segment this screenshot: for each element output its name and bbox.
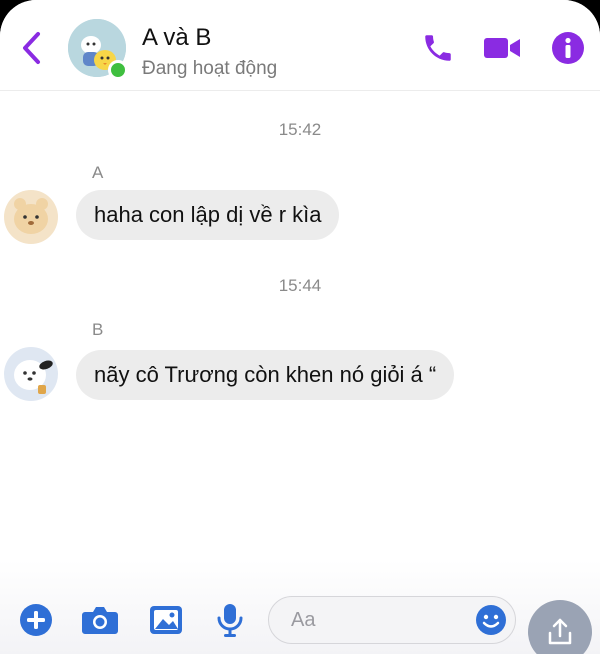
more-actions-button[interactable] (16, 600, 56, 640)
voice-message-button[interactable] (210, 600, 250, 640)
message-bubble[interactable]: haha con lập dị về r kìa (76, 190, 340, 240)
active-status: Đang hoạt động (142, 58, 278, 79)
dog-avatar-image (4, 347, 58, 401)
video-call-button[interactable] (482, 28, 522, 68)
camera-icon (82, 607, 118, 634)
info-button[interactable] (548, 28, 588, 68)
gallery-button[interactable] (146, 600, 186, 640)
chat-title[interactable]: A và B (142, 24, 211, 52)
sender-name: A (92, 163, 104, 182)
message-timestamp: 15:44 (278, 276, 322, 295)
microphone-icon (217, 604, 243, 637)
message-input[interactable]: Aa (268, 596, 516, 644)
camera-button[interactable] (80, 600, 120, 640)
sender-avatar[interactable] (4, 190, 58, 244)
chevron-left-icon (23, 32, 40, 64)
message-timestamp: 15:42 (278, 120, 322, 139)
share-icon (548, 618, 572, 645)
call-button[interactable] (418, 28, 458, 68)
image-icon (150, 606, 182, 634)
sender-avatar[interactable] (4, 347, 58, 401)
info-icon (552, 32, 584, 64)
sender-name: B (92, 320, 104, 339)
emoji-icon[interactable] (475, 604, 507, 636)
online-status-dot (108, 60, 128, 80)
phone-icon (425, 35, 451, 61)
message-bubble[interactable]: nãy cô Trương còn khen nó giỏi á “ (76, 350, 455, 400)
message-input-placeholder: Aa (291, 609, 316, 631)
back-button[interactable] (14, 28, 48, 68)
video-camera-icon (484, 38, 520, 58)
plus-icon (20, 604, 52, 636)
bear-avatar-image (4, 190, 58, 244)
chat-header: A và B Đang hoạt động (0, 0, 600, 91)
chat-screen: A và B Đang hoạt động 15:42 A haha con l… (0, 0, 600, 654)
